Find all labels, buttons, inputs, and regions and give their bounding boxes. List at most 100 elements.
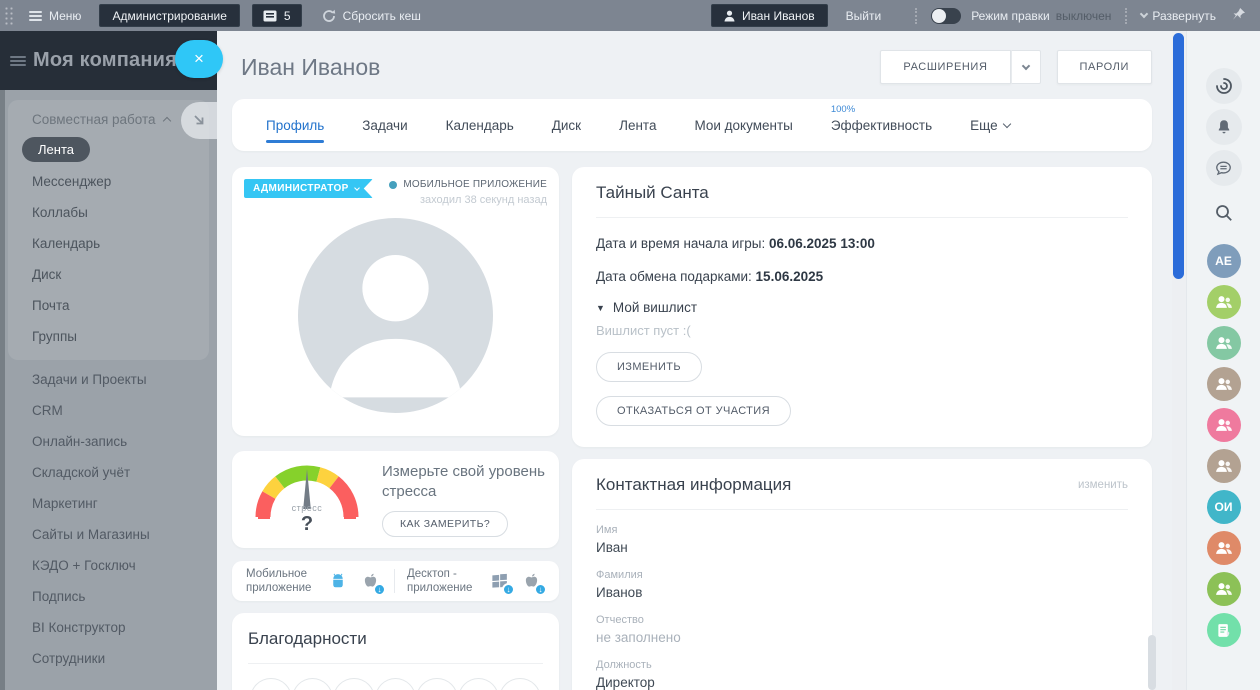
- gratitude-badge[interactable]: [458, 678, 500, 690]
- edit-mode-toggle[interactable]: [931, 8, 961, 24]
- company-title: Моя компания: [33, 49, 177, 72]
- edit-wishlist-button[interactable]: ИЗМЕНИТЬ: [596, 352, 702, 382]
- gratitude-badge[interactable]: [250, 678, 292, 690]
- windows-app-button[interactable]: [487, 569, 511, 593]
- game-start-value: 06.06.2025 13:00: [769, 236, 875, 251]
- reset-cache-button[interactable]: Сбросить кеш: [322, 9, 421, 23]
- sidebar-item-disk[interactable]: Диск: [8, 259, 209, 290]
- gauge-question-mark: ?: [248, 513, 366, 536]
- current-user-button[interactable]: Иван Иванов: [711, 4, 828, 27]
- logout-button[interactable]: Выйти: [846, 9, 882, 23]
- page-title: Иван Иванов: [241, 54, 380, 81]
- avatar[interactable]: [298, 218, 493, 413]
- extensions-dropdown-button[interactable]: [1011, 50, 1041, 84]
- tab-disk[interactable]: Диск: [552, 101, 581, 150]
- stress-gauge[interactable]: стресс ?: [248, 459, 366, 541]
- current-user-name: Иван Иванов: [742, 9, 815, 23]
- tab-more[interactable]: Еще: [970, 101, 1009, 150]
- search-button[interactable]: [1208, 197, 1240, 229]
- rail-group-avatar[interactable]: [1207, 326, 1241, 360]
- sidebar-item-messenger[interactable]: Мессенджер: [8, 166, 209, 197]
- gratitude-badge[interactable]: [292, 678, 334, 690]
- people-icon: [1214, 538, 1234, 558]
- logout-label: Выйти: [846, 9, 882, 23]
- sidebar-item-crm[interactable]: CRM: [0, 395, 217, 426]
- rail-group-avatar[interactable]: [1207, 449, 1241, 483]
- sidebar-close-button[interactable]: ×: [175, 40, 223, 78]
- notifications-button[interactable]: [1206, 109, 1242, 145]
- sidebar-item-sites-stores[interactable]: Сайты и Магазины: [0, 519, 217, 550]
- tab-tasks[interactable]: Задачи: [362, 101, 407, 150]
- rail-group-avatar[interactable]: [1207, 408, 1241, 442]
- sidebar-item-mail[interactable]: Почта: [8, 290, 209, 321]
- sidebar-item-marketing[interactable]: Маркетинг: [0, 488, 217, 519]
- rail-group-avatar[interactable]: [1207, 572, 1241, 606]
- sidebar-item-online-booking[interactable]: Онлайн-запись: [0, 426, 217, 457]
- copilot-button[interactable]: [1206, 68, 1242, 104]
- wishlist-toggle[interactable]: ▼ Мой вишлист: [596, 300, 1128, 315]
- rail-group-avatar[interactable]: [1207, 367, 1241, 401]
- tab-calendar[interactable]: Календарь: [446, 101, 514, 150]
- tab-my-documents[interactable]: Мои документы: [694, 101, 792, 150]
- gratitude-badge[interactable]: [333, 678, 375, 690]
- android-icon: [328, 571, 348, 591]
- efficiency-badge: 100%: [831, 104, 855, 115]
- gratitude-badge[interactable]: [416, 678, 458, 690]
- sidebar-item-bi-constructor[interactable]: BI Конструктор: [0, 612, 217, 643]
- role-badge[interactable]: АДМИНИСТРАТОР: [244, 179, 373, 198]
- sidebar-item-collabs[interactable]: Коллабы: [8, 197, 209, 228]
- tab-profile[interactable]: Профиль: [266, 101, 324, 150]
- macos-app-button[interactable]: [519, 569, 543, 593]
- sidebar-collapse-button[interactable]: [181, 102, 217, 139]
- edit-contact-link[interactable]: изменить: [1078, 479, 1128, 491]
- sidebar-edge: [0, 31, 5, 690]
- sidebar-group-toggle[interactable]: Совместная работа: [8, 104, 209, 135]
- gift-exchange-value: 15.06.2025: [756, 269, 824, 284]
- divider: [596, 217, 1128, 218]
- divider: [596, 509, 1128, 510]
- sidebar-item-lenta-active[interactable]: Лента: [22, 137, 90, 162]
- scrollbar-track[interactable]: [1172, 31, 1186, 690]
- sidebar-item-tasks-projects[interactable]: Задачи и Проекты: [0, 364, 217, 395]
- menu-button[interactable]: Меню: [29, 9, 81, 23]
- tab-efficiency[interactable]: 100% Эффективность: [831, 101, 932, 150]
- passwords-button[interactable]: ПАРОЛИ: [1057, 50, 1153, 84]
- sidebar-item-calendar[interactable]: Календарь: [8, 228, 209, 259]
- sidebar-item-kedo[interactable]: КЭДО + Госключ: [0, 550, 217, 581]
- pin-button[interactable]: [1232, 7, 1246, 24]
- mobile-app-link[interactable]: Мобильное приложение: [246, 567, 318, 596]
- sidebar-item-employees[interactable]: Сотрудники: [0, 643, 217, 674]
- content-scrollbar-thumb[interactable]: [1148, 635, 1156, 690]
- chevron-down-icon: [354, 185, 360, 191]
- expand-button[interactable]: Развернуть: [1141, 9, 1216, 23]
- sidebar-item-inventory[interactable]: Складской учёт: [0, 457, 217, 488]
- stress-card: стресс ? Измерьте свой уровень стресса К…: [232, 451, 559, 548]
- tab-feed[interactable]: Лента: [619, 101, 656, 150]
- people-icon: [1214, 374, 1234, 394]
- rail-news-avatar[interactable]: [1207, 613, 1241, 647]
- gratitude-badge[interactable]: [375, 678, 417, 690]
- sidebar-item-groups[interactable]: Группы: [8, 321, 209, 352]
- left-sidebar: Моя компания × Совместная работа Лента М…: [0, 31, 217, 690]
- performance-indicator-button[interactable]: 5: [252, 4, 302, 27]
- administration-button[interactable]: Администрирование: [99, 4, 239, 27]
- sidebar-hamburger-icon[interactable]: [10, 54, 23, 68]
- rail-group-avatar[interactable]: [1207, 285, 1241, 319]
- how-to-measure-button[interactable]: КАК ЗАМЕРИТЬ?: [382, 511, 508, 537]
- desktop-app-link[interactable]: Десктоп - приложение: [407, 567, 479, 596]
- field-value-empty: не заполнено: [596, 630, 1128, 645]
- rail-group-avatar[interactable]: [1207, 531, 1241, 565]
- ios-app-button[interactable]: [358, 569, 382, 593]
- chat-button[interactable]: [1206, 150, 1242, 186]
- drag-handle-icon[interactable]: [3, 5, 15, 27]
- status-label: МОБИЛЬНОЕ ПРИЛОЖЕНИЕ: [403, 179, 547, 190]
- extensions-button[interactable]: РАСШИРЕНИЯ: [880, 50, 1010, 84]
- rail-avatar-oi[interactable]: ОИ: [1207, 490, 1241, 524]
- download-badge-icon: [534, 583, 547, 596]
- decline-participation-button[interactable]: ОТКАЗАТЬСЯ ОТ УЧАСТИЯ: [596, 396, 791, 426]
- gratitude-badge-more[interactable]: [499, 678, 541, 690]
- android-app-button[interactable]: [326, 569, 350, 593]
- scrollbar-thumb[interactable]: [1173, 33, 1184, 279]
- sidebar-item-sign[interactable]: Подпись: [0, 581, 217, 612]
- rail-avatar-ae[interactable]: AE: [1207, 244, 1241, 278]
